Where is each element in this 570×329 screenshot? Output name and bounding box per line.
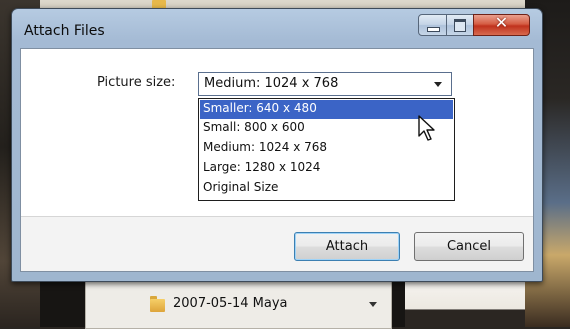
option-large[interactable]: Large: 1280 x 1024	[200, 159, 453, 178]
attach-button[interactable]: Attach	[294, 232, 400, 261]
mouse-pointer-icon	[418, 115, 435, 141]
maximize-icon	[454, 19, 466, 32]
folder-label[interactable]: 2007-05-14 Maya	[173, 296, 288, 311]
divider	[21, 216, 533, 217]
cancel-button[interactable]: Cancel	[414, 232, 524, 261]
option-original-size[interactable]: Original Size	[200, 179, 453, 198]
dialog-client-area: Picture size: Medium: 1024 x 768 Smaller…	[20, 48, 534, 272]
close-icon: ✕	[494, 13, 509, 32]
picture-size-value: Medium: 1024 x 768	[204, 76, 339, 91]
dropdown-arrow-icon[interactable]	[369, 302, 377, 307]
maximize-button[interactable]	[446, 14, 475, 36]
folder-icon	[150, 296, 165, 312]
picture-size-select[interactable]: Medium: 1024 x 768	[198, 72, 452, 96]
close-button[interactable]: ✕	[473, 13, 530, 36]
option-smaller[interactable]: Smaller: 640 x 480	[200, 100, 453, 119]
minimize-button[interactable]	[418, 14, 448, 36]
picture-size-label: Picture size:	[97, 75, 176, 90]
option-small[interactable]: Small: 800 x 600	[200, 119, 453, 138]
minimize-icon	[427, 27, 440, 32]
option-medium[interactable]: Medium: 1024 x 768	[200, 139, 453, 158]
chevron-down-icon[interactable]	[434, 82, 442, 87]
attach-files-dialog: Attach Files ✕ Picture size: Medium: 102…	[11, 8, 543, 282]
window-title: Attach Files	[24, 23, 105, 39]
background-photo-thumbnail	[405, 282, 525, 327]
picture-size-options: Smaller: 640 x 480 Small: 800 x 600 Medi…	[198, 98, 455, 201]
caption-buttons: ✕	[418, 13, 533, 36]
